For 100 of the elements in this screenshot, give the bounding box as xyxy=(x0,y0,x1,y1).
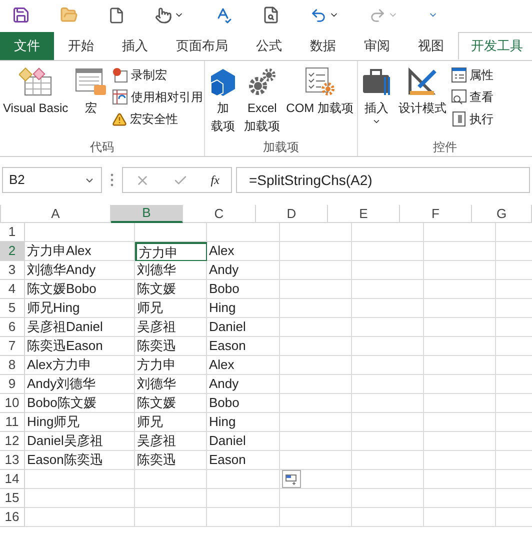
column-header[interactable]: G xyxy=(472,205,532,223)
row-header[interactable]: 13 xyxy=(0,451,25,470)
table-cell xyxy=(352,451,424,470)
group-label: 代码 xyxy=(89,139,116,156)
paste-options-icon[interactable] xyxy=(282,470,301,488)
function-icon[interactable]: fx xyxy=(210,171,220,189)
column-header[interactable]: C xyxy=(183,205,256,223)
ribbon-tab[interactable]: 开发工具 xyxy=(458,32,532,60)
table-cell: Bobo xyxy=(207,280,280,299)
splitter-icon[interactable] xyxy=(110,173,114,187)
ribbon-button[interactable]: 加 载项 xyxy=(206,65,240,138)
table-cell xyxy=(424,432,496,451)
ribbon-tab[interactable]: 插入 xyxy=(108,32,162,60)
table-cell xyxy=(280,337,352,356)
print-preview-icon[interactable] xyxy=(262,6,280,24)
row-header[interactable]: 6 xyxy=(0,318,25,337)
properties-icon xyxy=(450,67,466,83)
ribbon-button[interactable]: 使用相对引用 xyxy=(112,87,204,107)
formula-field[interactable]: =SplitStringChs(A2) xyxy=(236,167,530,193)
ribbon-tab[interactable]: 公式 xyxy=(242,32,296,60)
ribbon-tab[interactable]: 数据 xyxy=(296,32,350,60)
cell-reference: B2 xyxy=(9,171,25,190)
ribbon-button[interactable]: Excel 加载项 xyxy=(242,65,282,138)
column-header[interactable]: D xyxy=(256,205,328,223)
table-cell: 陈文媛 xyxy=(135,280,207,299)
row-header[interactable]: 5 xyxy=(0,299,25,318)
ribbon-button[interactable]: 宏安全性 xyxy=(112,109,204,129)
ribbon-tab[interactable]: 视图 xyxy=(404,32,458,60)
file-tab[interactable]: 文件 xyxy=(0,32,54,60)
ribbon-button[interactable]: 宏 xyxy=(72,65,110,138)
ribbon-button[interactable]: COM 加载项 xyxy=(284,65,356,138)
table-cell xyxy=(352,375,424,394)
ribbon-button[interactable]: Visual Basic xyxy=(1,65,70,138)
table-cell: 陈奕迅 xyxy=(135,451,207,470)
table-cell xyxy=(424,356,496,375)
name-box[interactable]: B2 xyxy=(2,167,102,193)
row-header[interactable]: 8 xyxy=(0,356,25,375)
row-header[interactable]: 7 xyxy=(0,337,25,356)
table-cell xyxy=(280,432,352,451)
row-header[interactable]: 9 xyxy=(0,375,25,394)
ribbon-button[interactable]: 查看 xyxy=(450,87,494,107)
table-cell xyxy=(424,280,496,299)
gears-icon xyxy=(247,67,278,97)
table-cell xyxy=(135,470,207,489)
table-cell xyxy=(280,508,352,527)
table-cell xyxy=(280,280,352,299)
table-cell: 刘德华 xyxy=(135,375,207,394)
row-header[interactable]: 3 xyxy=(0,261,25,280)
ruler-pencil-icon xyxy=(406,67,438,97)
column-header[interactable]: E xyxy=(328,205,400,223)
table-cell xyxy=(424,242,496,261)
ribbon-button[interactable]: 插入 xyxy=(358,65,394,138)
table-cell xyxy=(352,337,424,356)
table-cell: Bobo陈文媛 xyxy=(25,394,135,413)
table-cell xyxy=(280,394,352,413)
ribbon-button[interactable]: 执行 xyxy=(450,109,494,129)
touch-icon[interactable] xyxy=(155,6,172,24)
redo-icon[interactable] xyxy=(369,6,386,24)
ribbon-tab[interactable]: 审阅 xyxy=(350,32,404,60)
row-header[interactable]: 12 xyxy=(0,432,25,451)
ribbon-button[interactable]: 设计模式 xyxy=(396,65,448,138)
column-header[interactable]: A xyxy=(1,205,111,223)
table-cell xyxy=(424,489,496,508)
relative-grid-icon xyxy=(112,89,128,105)
table-cell: Eason陈奕迅 xyxy=(25,451,135,470)
table-cell: 方力申 xyxy=(135,356,207,375)
table-cell: 师兄Hing xyxy=(25,299,135,318)
table-cell xyxy=(352,470,424,489)
table-cell xyxy=(280,489,352,508)
ribbon-tab[interactable]: 开始 xyxy=(54,32,108,60)
row-header[interactable]: 11 xyxy=(0,413,25,432)
column-header[interactable]: F xyxy=(400,205,472,223)
table-cell: Bobo xyxy=(207,394,280,413)
table-cell: Alex xyxy=(207,242,280,261)
ribbon-button[interactable]: 录制宏 xyxy=(112,65,204,85)
table-cell: 陈文媛Bobo xyxy=(25,280,135,299)
table-cell: 刘德华 xyxy=(135,261,207,280)
group-label: 加载项 xyxy=(262,139,300,156)
row-header[interactable]: 10 xyxy=(0,394,25,413)
table-cell xyxy=(352,413,424,432)
table-cell xyxy=(424,470,496,489)
row-header[interactable]: 2 xyxy=(0,242,25,261)
row-header[interactable]: 4 xyxy=(0,280,25,299)
new-file-icon[interactable] xyxy=(108,6,125,24)
undo-icon[interactable] xyxy=(310,6,327,24)
column-header[interactable]: B xyxy=(111,205,183,223)
table-cell: 陈奕迅 xyxy=(135,337,207,356)
table-cell xyxy=(424,375,496,394)
row-header[interactable]: 16 xyxy=(0,508,25,527)
save-icon[interactable] xyxy=(12,6,30,24)
ribbon-button[interactable]: 属性 xyxy=(450,65,494,85)
ribbon-tab[interactable]: 页面布局 xyxy=(162,32,242,60)
code-window-icon xyxy=(18,67,53,97)
row-header[interactable]: 1 xyxy=(0,223,25,242)
row-header[interactable]: 15 xyxy=(0,489,25,508)
row-header[interactable]: 14 xyxy=(0,470,25,489)
table-cell xyxy=(135,508,207,527)
table-cell xyxy=(424,261,496,280)
table-cell: 刘德华Andy xyxy=(25,261,135,280)
caret-icon xyxy=(372,117,381,126)
